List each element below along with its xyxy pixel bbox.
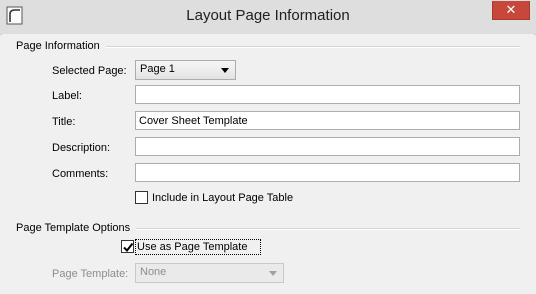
page-template-value: None — [140, 266, 167, 278]
comments-field-label: Comments: — [52, 168, 109, 180]
title-field-label: Title: — [52, 116, 76, 128]
page-template-options-group-label: Page Template Options — [16, 222, 131, 234]
title-input[interactable] — [135, 111, 520, 130]
description-field-label: Description: — [52, 142, 111, 154]
page-template-dropdown[interactable]: None — [135, 263, 284, 283]
selected-page-value: Page 1 — [140, 63, 175, 75]
title-bar: Layout Page Information ✕ — [0, 0, 536, 35]
use-as-template-checkbox[interactable] — [121, 240, 134, 253]
page-information-group-label: Page Information — [16, 40, 100, 52]
include-in-table-label: Include in Layout Page Table — [152, 192, 294, 204]
chevron-down-icon — [221, 68, 229, 73]
window-title: Layout Page Information — [186, 7, 350, 24]
selected-page-dropdown[interactable]: Page 1 — [135, 60, 236, 80]
checkmark-icon — [123, 242, 134, 253]
label-field-label: Label: — [52, 90, 82, 102]
group-divider — [136, 228, 520, 230]
close-button[interactable]: ✕ — [492, 1, 530, 20]
description-input[interactable] — [135, 137, 520, 156]
close-icon: ✕ — [505, 2, 517, 17]
label-input[interactable] — [135, 85, 520, 104]
selected-page-label: Selected Page: — [52, 65, 127, 77]
use-as-template-label: Use as Page Template — [137, 241, 248, 253]
chevron-down-icon — [269, 271, 277, 276]
group-divider — [106, 46, 520, 48]
dialog-panel: Page Information Selected Page: Page 1 L… — [2, 34, 534, 294]
include-in-table-checkbox[interactable] — [135, 191, 148, 204]
comments-input[interactable] — [135, 163, 520, 182]
page-template-label: Page Template: — [52, 268, 129, 280]
